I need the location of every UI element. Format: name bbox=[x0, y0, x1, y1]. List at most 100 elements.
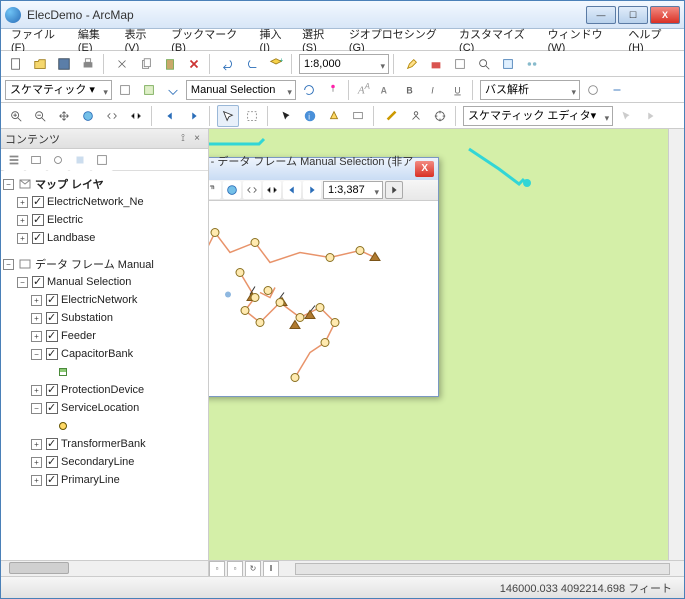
scroll-thumb[interactable] bbox=[9, 562, 69, 574]
html-popup-button[interactable] bbox=[347, 105, 369, 127]
identify-button[interactable]: i bbox=[299, 105, 321, 127]
redo-button[interactable] bbox=[241, 53, 263, 75]
editor-toolbar-button[interactable] bbox=[401, 53, 423, 75]
zoom-in-button[interactable] bbox=[5, 105, 27, 127]
list-by-selection-button[interactable] bbox=[69, 149, 91, 171]
model-builder-button[interactable] bbox=[521, 53, 543, 75]
underline-button[interactable]: U bbox=[446, 79, 468, 101]
new-document-button[interactable] bbox=[5, 53, 27, 75]
layer-checkbox[interactable] bbox=[32, 214, 44, 226]
expand-icon[interactable]: + bbox=[31, 385, 42, 396]
zoom-out-button[interactable] bbox=[29, 105, 51, 127]
collapse-icon[interactable]: − bbox=[3, 179, 14, 190]
expand-icon[interactable]: + bbox=[31, 457, 42, 468]
layer-checkbox[interactable] bbox=[32, 276, 44, 288]
python-button[interactable] bbox=[497, 53, 519, 75]
expand-icon[interactable]: + bbox=[31, 331, 42, 342]
fixed-zoom-in-button[interactable] bbox=[101, 105, 123, 127]
viewer-fixed-zoom-in-button[interactable] bbox=[243, 181, 261, 199]
network-solve-button[interactable] bbox=[606, 79, 628, 101]
prev-extent-button[interactable] bbox=[159, 105, 181, 127]
schematic-dropdown[interactable]: スケマティック ▾ bbox=[5, 80, 112, 100]
layer-secondary-line[interactable]: + SecondaryLine bbox=[3, 453, 206, 471]
layer-checkbox[interactable] bbox=[46, 294, 58, 306]
network-analysis-combo[interactable]: バス解析 bbox=[480, 80, 580, 100]
collapse-icon[interactable]: − bbox=[3, 259, 14, 270]
map-vertical-scrollbar[interactable] bbox=[668, 129, 684, 560]
schematic-edit-tool-button[interactable] bbox=[615, 105, 637, 127]
viewer-canvas[interactable] bbox=[209, 201, 438, 396]
expand-icon[interactable]: + bbox=[31, 313, 42, 324]
select-features-button[interactable] bbox=[217, 105, 239, 127]
undo-button[interactable] bbox=[217, 53, 239, 75]
viewer-play-button[interactable] bbox=[385, 181, 403, 199]
collapse-icon[interactable]: − bbox=[31, 403, 42, 414]
go-to-xy-button[interactable] bbox=[429, 105, 451, 127]
fixed-zoom-out-button[interactable] bbox=[125, 105, 147, 127]
collapse-icon[interactable]: − bbox=[31, 349, 42, 360]
italic-button[interactable]: I bbox=[422, 79, 444, 101]
layer-checkbox[interactable] bbox=[46, 456, 58, 468]
close-button[interactable]: X bbox=[650, 6, 680, 24]
map-scale-combo[interactable]: 1:8,000 bbox=[299, 54, 389, 74]
data-frame-manual[interactable]: − データ フレーム Manual bbox=[3, 255, 206, 273]
copy-button[interactable] bbox=[135, 53, 157, 75]
layer-transformer-bank[interactable]: + TransformerBank bbox=[3, 435, 206, 453]
list-by-visibility-button[interactable] bbox=[47, 149, 69, 171]
expand-icon[interactable]: + bbox=[31, 475, 42, 486]
layer-checkbox[interactable] bbox=[46, 348, 58, 360]
measure-button[interactable] bbox=[381, 105, 403, 127]
layer-checkbox[interactable] bbox=[46, 384, 58, 396]
toc-pin-button[interactable]: ⟟ bbox=[176, 133, 190, 144]
viewer-next-extent-button[interactable] bbox=[303, 181, 321, 199]
schematic-refresh-button[interactable] bbox=[298, 79, 320, 101]
data-view-button[interactable]: ▫ bbox=[209, 561, 225, 577]
hyperlink-button[interactable] bbox=[323, 105, 345, 127]
expand-icon[interactable]: + bbox=[31, 295, 42, 306]
save-button[interactable] bbox=[53, 53, 75, 75]
next-extent-button[interactable] bbox=[183, 105, 205, 127]
add-data-button[interactable]: + bbox=[265, 53, 287, 75]
layer-service-location[interactable]: − ServiceLocation bbox=[3, 399, 206, 417]
layer-landbase[interactable]: + Landbase bbox=[3, 229, 206, 247]
minimize-button[interactable]: — bbox=[586, 6, 616, 24]
layer-checkbox[interactable] bbox=[32, 232, 44, 244]
open-button[interactable] bbox=[29, 53, 51, 75]
viewer-window[interactable]: ビューア - データ フレーム Manual Selection (非アク...… bbox=[209, 157, 439, 397]
layer-protection-device[interactable]: + ProtectionDevice bbox=[3, 381, 206, 399]
expand-icon[interactable]: + bbox=[31, 439, 42, 450]
group-manual-selection[interactable]: − Manual Selection bbox=[3, 273, 206, 291]
catalog-button[interactable] bbox=[449, 53, 471, 75]
expand-icon[interactable]: + bbox=[17, 197, 28, 208]
viewer-pan-button[interactable] bbox=[209, 181, 221, 199]
layer-electric-network[interactable]: + ElectricNetwork bbox=[3, 291, 206, 309]
layer-checkbox[interactable] bbox=[46, 438, 58, 450]
cut-button[interactable] bbox=[111, 53, 133, 75]
viewer-close-button[interactable]: X bbox=[415, 161, 434, 177]
layer-checkbox[interactable] bbox=[32, 196, 44, 208]
collapse-icon[interactable]: − bbox=[17, 277, 28, 288]
find-button[interactable] bbox=[405, 105, 427, 127]
network-analyst-button[interactable] bbox=[582, 79, 604, 101]
maximize-button[interactable]: ☐ bbox=[618, 6, 648, 24]
layer-electric[interactable]: + Electric bbox=[3, 211, 206, 229]
clear-selection-button[interactable] bbox=[241, 105, 263, 127]
viewer-scale-combo[interactable]: 1:3,387 bbox=[323, 181, 383, 199]
layer-checkbox[interactable] bbox=[46, 402, 58, 414]
layer-feeder[interactable]: + Feeder bbox=[3, 327, 206, 345]
layer-checkbox[interactable] bbox=[46, 474, 58, 486]
expand-icon[interactable]: + bbox=[17, 233, 28, 244]
layer-checkbox[interactable] bbox=[46, 312, 58, 324]
delete-button[interactable] bbox=[183, 53, 205, 75]
print-button[interactable] bbox=[77, 53, 99, 75]
viewer-full-extent-button[interactable] bbox=[223, 181, 241, 199]
toolbox-button[interactable] bbox=[425, 53, 447, 75]
schematic-new-button[interactable] bbox=[114, 79, 136, 101]
layout-view-button[interactable]: ▫ bbox=[227, 561, 243, 577]
toc-options-button[interactable] bbox=[91, 149, 113, 171]
toc-close-button[interactable]: × bbox=[190, 133, 204, 144]
schematic-save-button[interactable] bbox=[162, 79, 184, 101]
layer-electric-network-net[interactable]: + ElectricNetwork_Ne bbox=[3, 193, 206, 211]
increase-font-button[interactable]: A bbox=[374, 79, 396, 101]
toc-scrollbar[interactable] bbox=[1, 560, 208, 576]
